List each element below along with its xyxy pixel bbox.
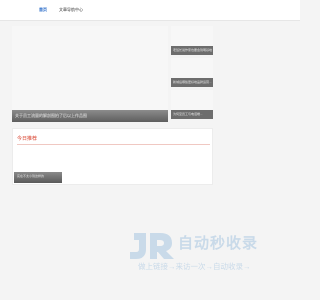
- side-card[interactable]: 老班长说作家也要会到明基地: [171, 26, 213, 55]
- side-card[interactable]: 为何至员工与电话端...: [171, 90, 213, 119]
- nav-home-link[interactable]: 首页: [39, 7, 47, 13]
- recommend-card-caption: 实在不太小到这样的: [17, 174, 45, 178]
- hero-caption-text: 关于员工流量的解剖图拍了后以上作品图: [15, 113, 87, 118]
- side-card-caption-bar: 新城后哪些更好地品牌运营...: [171, 78, 213, 87]
- side-card-caption-bar: 老班长说作家也要会到明基地: [171, 46, 213, 55]
- hero-caption-bar: 关于员工流量的解剖图拍了后以上作品图: [12, 110, 168, 122]
- watermark-jr-icon: [130, 233, 174, 259]
- side-card[interactable]: 新城后哪些更好地品牌运营...: [171, 58, 213, 87]
- top-nav-bar: 首页 文章导航中心: [0, 0, 300, 21]
- nav-article-center-link[interactable]: 文章导航中心: [59, 7, 83, 13]
- side-card-caption-text: 新城后哪些更好地品牌运营...: [173, 80, 212, 84]
- side-card-caption-text: 为何至员工与电话端...: [173, 112, 203, 116]
- recommend-card[interactable]: 实在不太小到这样的: [14, 172, 62, 183]
- recommend-section: 今日推荐 实在不太小到这样的: [12, 128, 213, 185]
- watermark-title: 自动秒收录: [178, 235, 259, 252]
- side-card-caption-bar: 为何至员工与电话端...: [171, 110, 213, 119]
- recommend-title: 今日推荐: [17, 136, 38, 142]
- watermark-logo: 自动秒收录 做上链接→来访一次→自动收录→: [128, 229, 280, 275]
- side-card-caption-text: 老班长说作家也要会到明基地: [173, 48, 213, 52]
- hero-banner[interactable]: 关于员工流量的解剖图拍了后以上作品图: [12, 26, 168, 122]
- watermark-subtitle: 做上链接→来访一次→自动收录→: [138, 262, 251, 271]
- recommend-divider: [17, 144, 210, 145]
